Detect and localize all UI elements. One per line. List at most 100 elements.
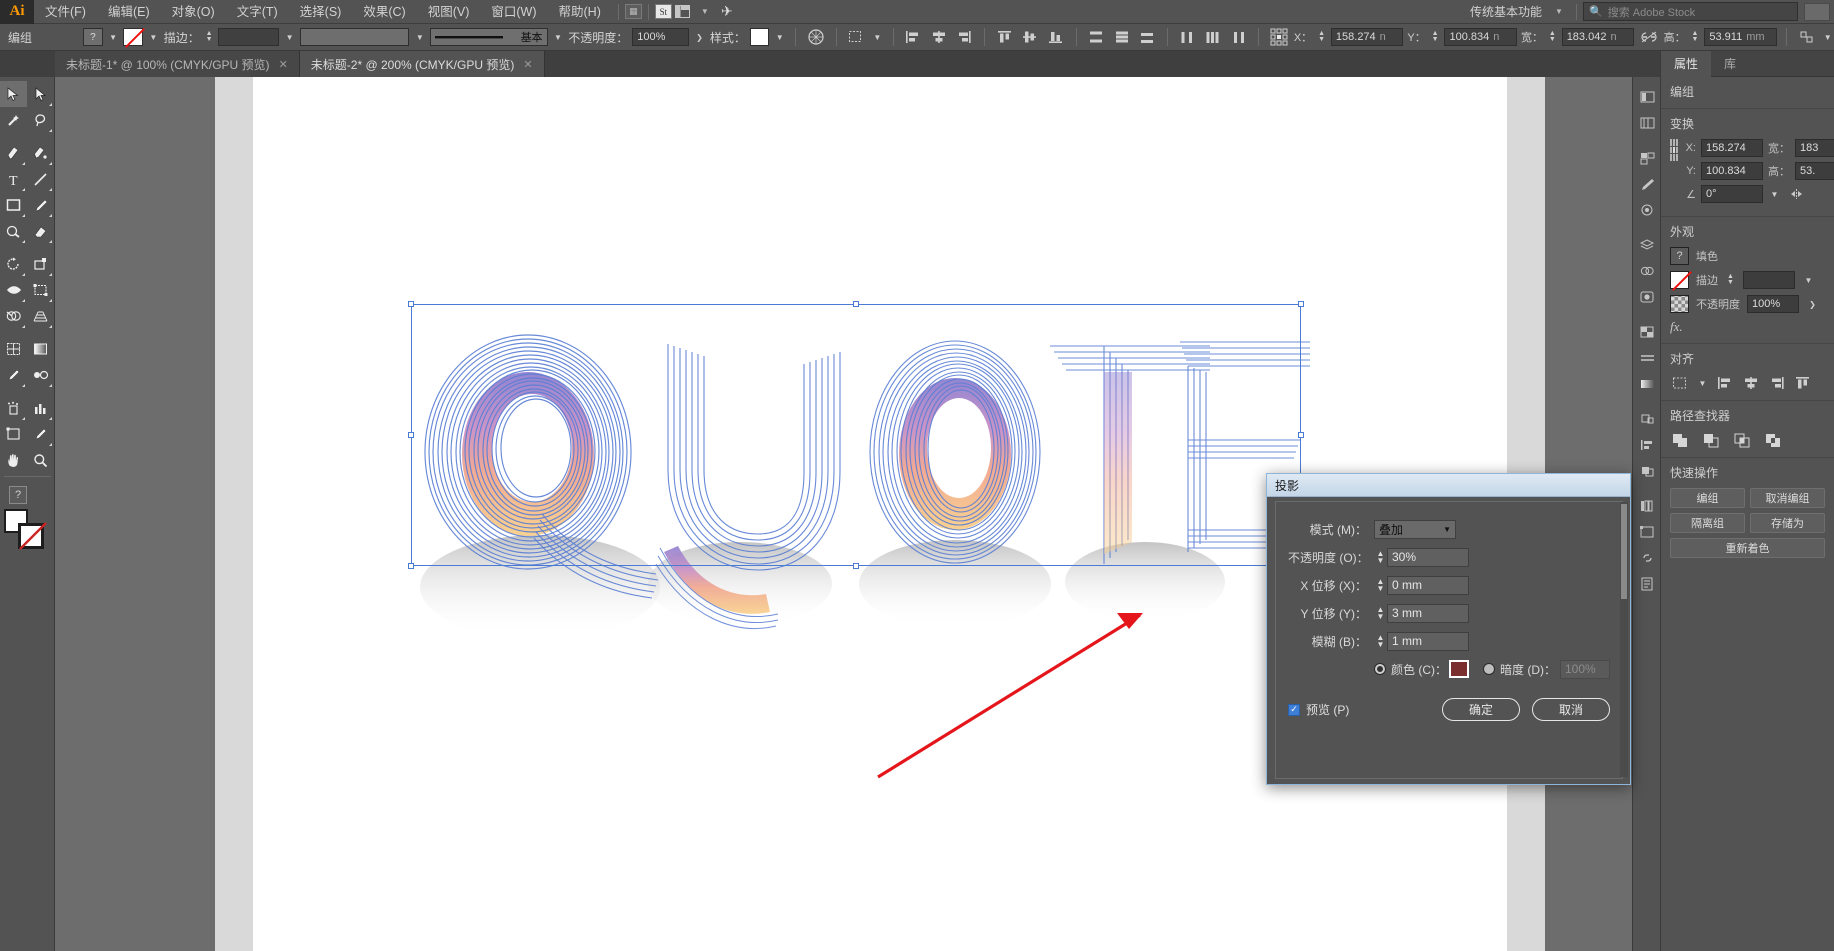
graphic-style-swatch[interactable] [749,28,770,46]
align-top-icon[interactable] [994,27,1015,47]
align-panel-icon[interactable] [1633,432,1661,458]
height-field[interactable]: 53. [1795,162,1834,180]
menu-edit[interactable]: 编辑(E) [97,0,161,24]
height-stepper[interactable]: ▲ ▼ [1690,30,1701,43]
cancel-button[interactable]: 取消 [1532,698,1610,721]
angle-chevron-icon[interactable]: ▼ [1768,185,1781,203]
unite-icon[interactable] [1670,431,1690,449]
graphic-styles-icon[interactable] [1633,284,1661,310]
align-right-icon[interactable] [1767,374,1787,392]
menu-file[interactable]: 文件(F) [34,0,97,24]
align-middle-v-icon[interactable] [1020,27,1041,47]
opacity-field[interactable]: 100% [632,28,690,46]
line-segment-tool[interactable] [27,166,54,192]
adobe-stock-search[interactable]: 🔍 搜索 Adobe Stock [1583,2,1798,21]
brush-definition-field[interactable]: 基本 [430,28,548,46]
style-chevron-icon[interactable]: ▼ [773,28,786,46]
y-field[interactable]: 100.834 n [1444,28,1517,46]
appearance-icon[interactable] [1633,258,1661,284]
stroke-weight-field[interactable] [1743,271,1795,289]
stroke-weight-field[interactable] [218,28,280,46]
stock-icon[interactable]: St [654,4,672,19]
menu-view[interactable]: 视图(V) [417,0,481,24]
align-center-h-icon[interactable] [1741,374,1761,392]
align-bottom-icon[interactable] [1045,27,1066,47]
selection-tool[interactable] [0,81,27,107]
fx-label[interactable]: fx. [1670,319,1683,335]
y-stepper[interactable]: ▲ ▼ [1430,30,1441,43]
isolate-group-button[interactable]: 隔离组 [1670,513,1745,533]
offset-y-stepper[interactable]: ▲ ▼ [1374,606,1387,621]
align-center-h-icon[interactable] [928,27,949,47]
mode-select[interactable]: 叠加 ▼ [1374,519,1456,539]
flip-icon[interactable] [1786,185,1806,203]
group-button[interactable]: 编组 [1670,488,1745,508]
ai-swoosh-icon[interactable]: ✈ [716,3,738,21]
artboard-tool[interactable] [0,421,27,447]
reference-point-grid[interactable] [1268,27,1289,47]
curvature-tool[interactable] [27,140,54,166]
dialog-scrollbar[interactable] [1620,502,1628,777]
opacity-field[interactable]: 100% [1747,295,1799,313]
fill-chevron-icon[interactable]: ▼ [107,28,120,46]
libraries-icon[interactable] [1633,493,1661,519]
align-left-icon[interactable] [903,27,924,47]
paintbrush-tool[interactable] [27,192,54,218]
stroke-weight-stepper[interactable]: ▲ ▼ [1725,273,1736,286]
width-tool[interactable] [0,277,27,303]
window-controls[interactable] [1804,2,1830,21]
arrange-documents-icon[interactable] [672,3,694,21]
hand-tool[interactable] [0,447,27,473]
preview-checkbox[interactable]: ✓ [1288,703,1300,716]
darkness-radio[interactable] [1483,663,1495,675]
fill-swatch-question[interactable]: ? [83,28,103,46]
color-radio[interactable] [1374,663,1386,675]
height-field[interactable]: 53.911 mm [1704,28,1777,46]
close-icon[interactable]: ✕ [523,58,532,71]
brushes-icon[interactable] [1633,171,1661,197]
fill-swatch[interactable]: ? [1670,247,1689,265]
column-graph-tool[interactable] [27,395,54,421]
width-stepper[interactable]: ▲ ▼ [1547,30,1558,43]
stroke-weight-chevron-icon[interactable]: ▼ [283,28,296,46]
angle-field[interactable]: 0° [1701,185,1763,203]
gradient-icon[interactable] [1633,371,1661,397]
align-to-selection-icon[interactable] [1670,374,1690,392]
slice-tool[interactable] [27,421,54,447]
offset-x-input[interactable]: 0 mm [1387,575,1469,595]
selection-handle-bc[interactable] [853,563,859,569]
dialog-title-bar[interactable]: 投影 [1267,474,1630,497]
intersect-icon[interactable] [1732,431,1752,449]
menu-type[interactable]: 文字(T) [226,0,289,24]
menu-effect[interactable]: 效果(C) [352,0,416,24]
blend-tool[interactable] [27,362,54,388]
close-icon[interactable]: ✕ [279,58,288,71]
minus-front-icon[interactable] [1701,431,1721,449]
stroke-profile-chevron-icon[interactable]: ▼ [413,28,426,46]
opacity-flyout-icon[interactable]: ❯ [1806,295,1819,313]
selection-handle-ml[interactable] [408,432,414,438]
constrain-proportions-icon[interactable] [1638,27,1659,47]
help-icon[interactable]: ? [9,486,27,504]
type-tool[interactable]: T [0,166,27,192]
free-transform-tool[interactable] [27,277,54,303]
recolor-artwork-icon[interactable] [805,27,826,47]
swatches-icon[interactable] [1633,145,1661,171]
shadow-color-swatch[interactable] [1449,660,1469,678]
recolor-button[interactable]: 重新着色 [1670,538,1825,558]
align-left-icon[interactable] [1715,374,1735,392]
select-similar-icon[interactable] [846,27,867,47]
pen-tool[interactable] [0,140,27,166]
y-field[interactable]: 100.834 [1701,162,1763,180]
dialog-scrollbar-thumb[interactable] [1621,504,1627,599]
color-panel-icon[interactable] [1633,84,1661,110]
selection-handle-mr[interactable] [1298,432,1304,438]
distribute-middle-icon[interactable] [1111,27,1132,47]
rotate-tool[interactable] [0,251,27,277]
workspace-switcher[interactable]: 传统基本功能 [1464,3,1548,20]
opacity-flyout-icon[interactable]: ❯ [693,28,706,46]
ungroup-button[interactable]: 取消编组 [1750,488,1825,508]
x-field[interactable]: 158.274 n [1330,28,1404,46]
menu-select[interactable]: 选择(S) [289,0,353,24]
direct-selection-tool[interactable] [27,81,54,107]
